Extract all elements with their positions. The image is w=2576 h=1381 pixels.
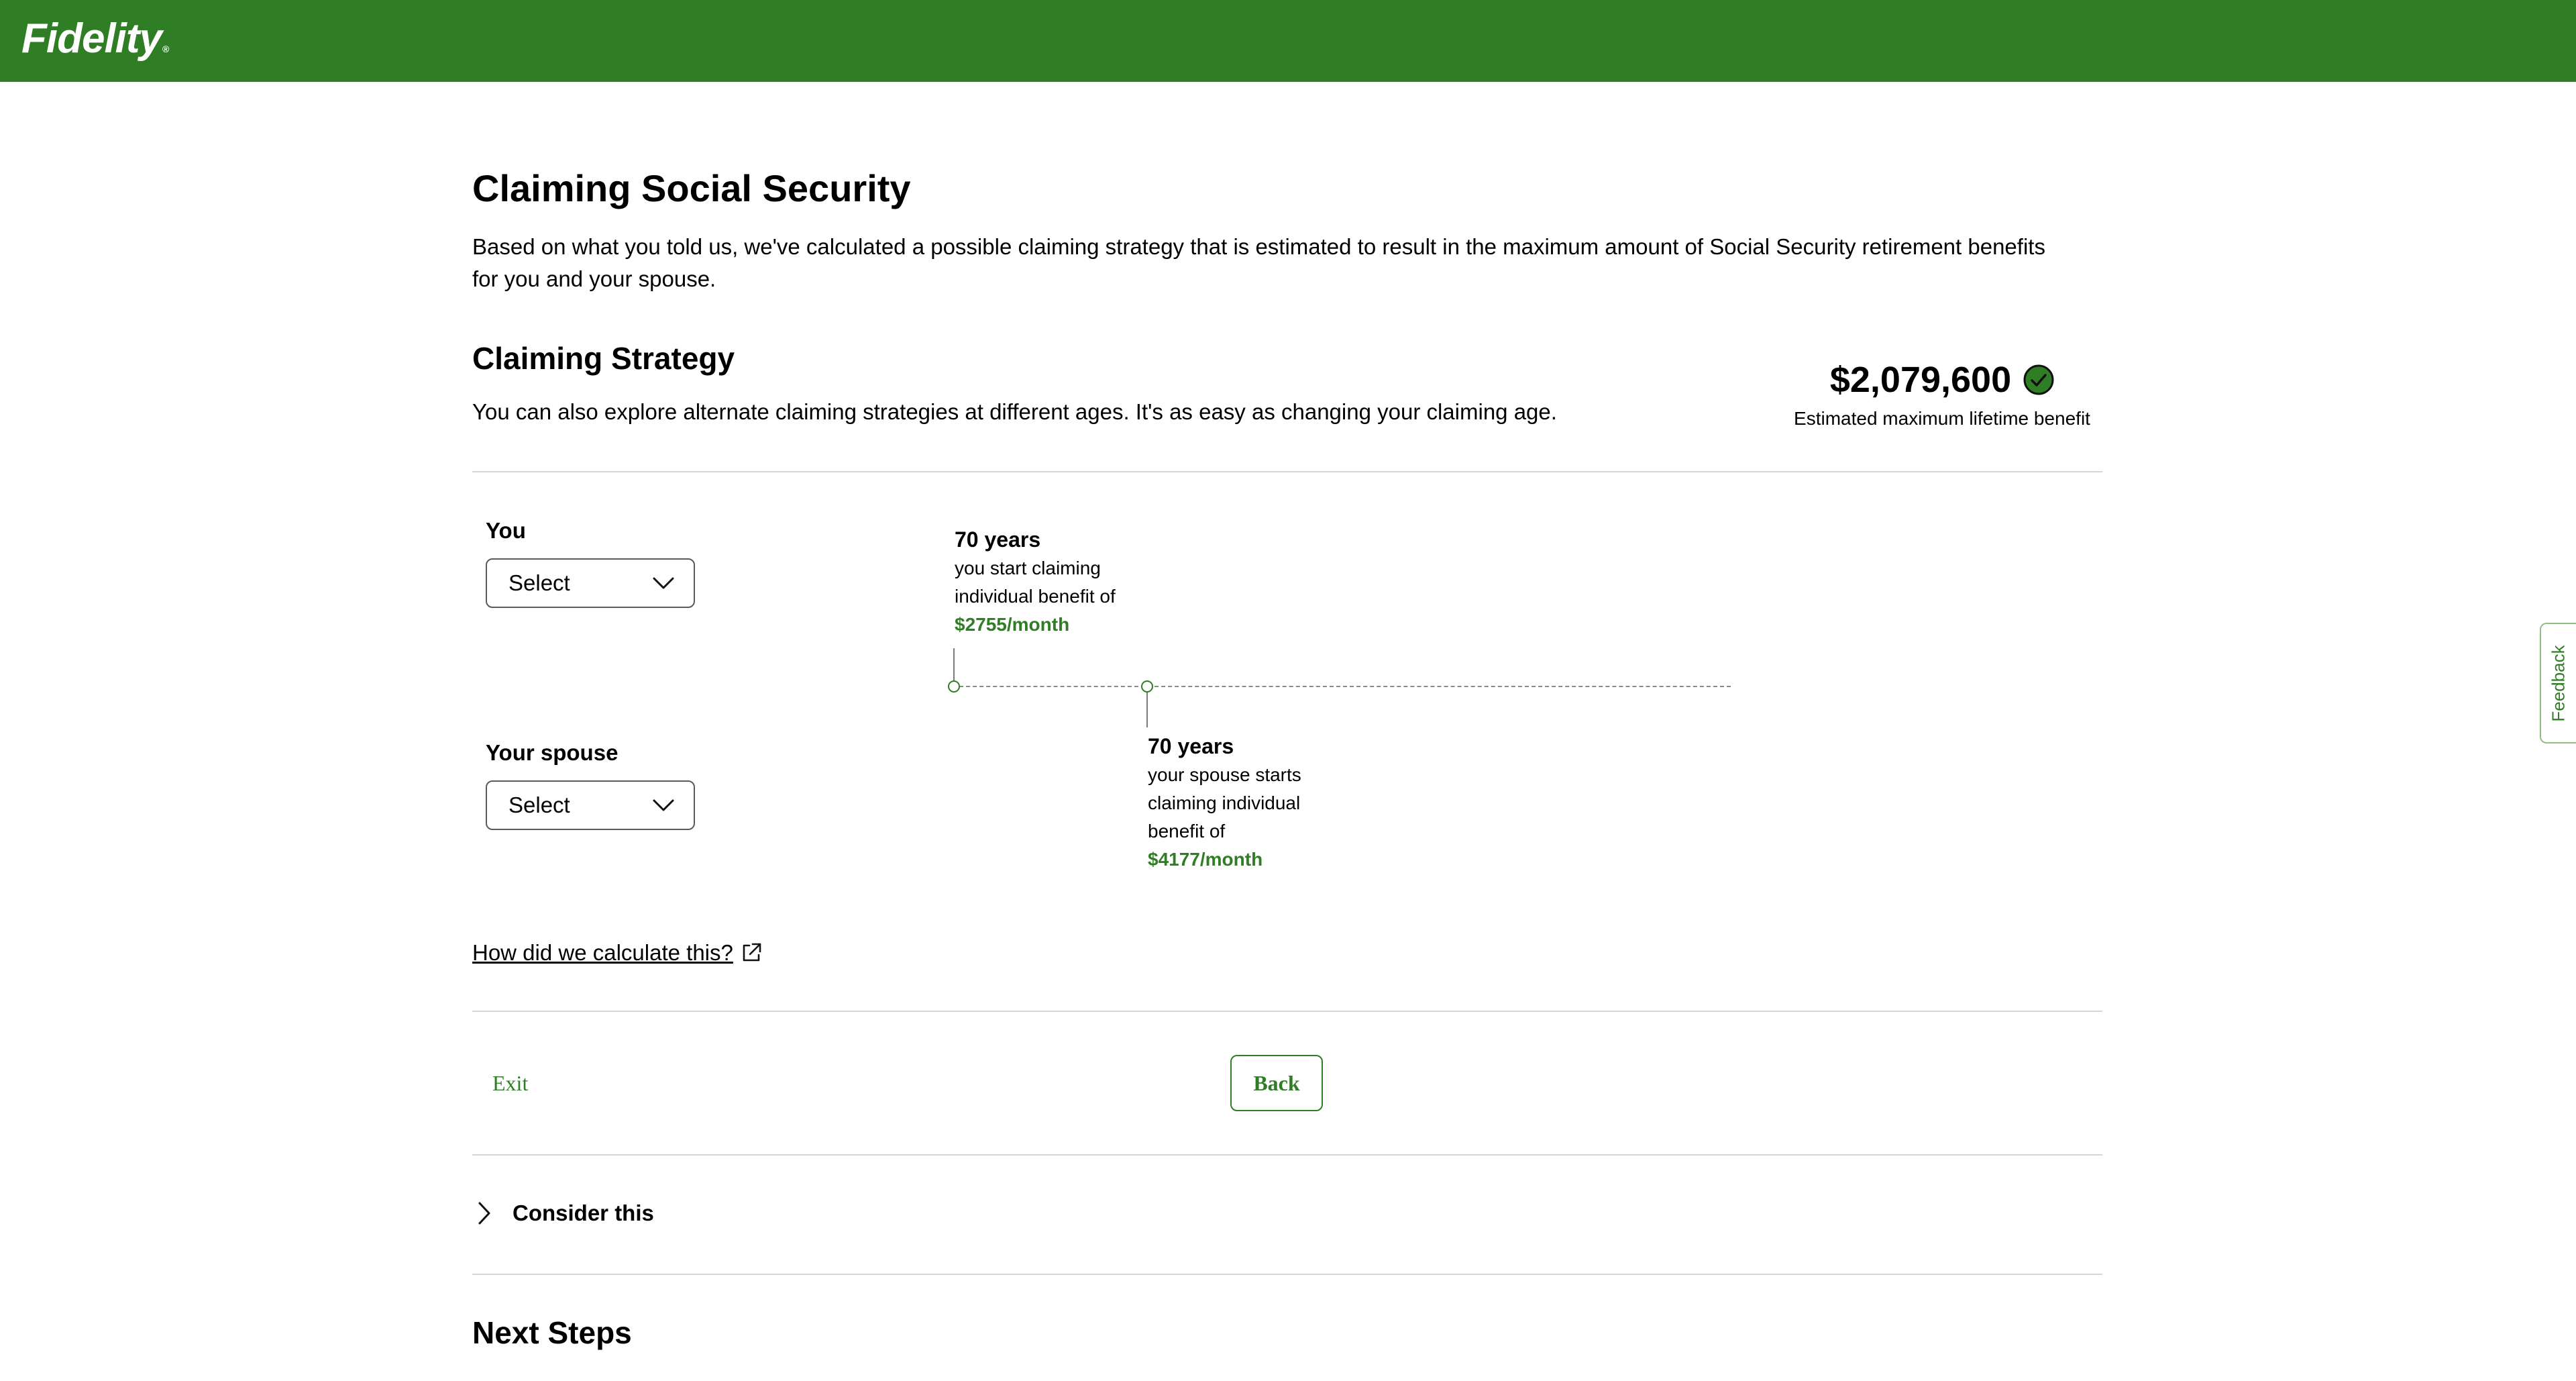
fidelity-logo[interactable]: Fidelity® — [21, 12, 169, 76]
you-monthly-benefit: $2755/month — [955, 614, 1070, 635]
you-select-value: Select — [508, 570, 570, 595]
lifetime-benefit-summary: $2,079,600 Estimated maximum lifetime be… — [1758, 356, 2127, 432]
logo-registered-mark: ® — [162, 44, 169, 54]
you-timeline-annotation: 70 years you start claiming individual b… — [955, 525, 1116, 639]
divider-middle — [472, 1011, 2102, 1012]
spouse-timeline-marker — [1141, 680, 1153, 693]
spouse-claim-text-3: benefit of — [1148, 821, 1226, 841]
external-link-icon — [743, 943, 761, 962]
chevron-right-icon — [478, 1202, 490, 1225]
claiming-timeline-line — [953, 686, 1731, 687]
you-label: You — [486, 518, 526, 543]
divider-lower — [472, 1154, 2102, 1156]
spouse-claim-text-1: your spouse starts — [1148, 764, 1301, 785]
you-timeline-marker — [948, 680, 960, 693]
claiming-strategy-description: You can also explore alternate claiming … — [472, 399, 1557, 424]
check-circle-icon — [2023, 364, 2054, 395]
lifetime-benefit-label: Estimated maximum lifetime benefit — [1794, 408, 2090, 429]
consider-this-toggle[interactable]: Consider this — [472, 1198, 654, 1228]
you-timeline-stem — [953, 648, 955, 680]
you-claim-text-2: individual benefit of — [955, 586, 1116, 607]
spouse-timeline-annotation: 70 years your spouse starts claiming ind… — [1148, 731, 1301, 874]
intro-text: Based on what you told us, we've calcula… — [472, 234, 2045, 291]
exit-link[interactable]: Exit — [492, 1068, 528, 1098]
next-steps-title: Next Steps — [472, 1315, 632, 1350]
you-claim-text-1: you start claiming — [955, 558, 1101, 578]
spouse-claim-age: 70 years — [1148, 734, 1234, 758]
chevron-down-icon — [653, 577, 674, 589]
spouse-claiming-age-select[interactable]: Select — [486, 780, 695, 830]
spouse-monthly-benefit: $4177/month — [1148, 849, 1263, 870]
claiming-strategy-title: Claiming Strategy — [472, 341, 735, 376]
spouse-select-value: Select — [508, 792, 570, 817]
page-title: Claiming Social Security — [472, 167, 911, 209]
feedback-label: Feedback — [2548, 644, 2569, 722]
divider-top — [472, 471, 2102, 472]
back-button[interactable]: Back — [1230, 1055, 1323, 1111]
lifetime-benefit-amount: $2,079,600 — [1830, 356, 2054, 404]
feedback-tab[interactable]: Feedback — [2540, 623, 2576, 744]
divider-bottom — [472, 1274, 2102, 1275]
spouse-label: Your spouse — [486, 740, 619, 765]
top-header-bar: Fidelity® — [0, 0, 2576, 82]
how-calculated-link-text: How did we calculate this? — [472, 940, 733, 965]
how-calculated-link[interactable]: How did we calculate this? — [472, 937, 763, 969]
spouse-claim-text-2: claiming individual — [1148, 792, 1301, 813]
spouse-timeline-stem — [1146, 693, 1148, 727]
consider-this-label: Consider this — [513, 1200, 654, 1225]
you-claim-age: 70 years — [955, 527, 1041, 552]
you-claiming-age-select[interactable]: Select — [486, 558, 695, 608]
logo-text: Fidelity — [21, 15, 162, 62]
benefit-amount-value: $2,079,600 — [1829, 360, 2012, 400]
chevron-down-icon — [653, 799, 674, 811]
